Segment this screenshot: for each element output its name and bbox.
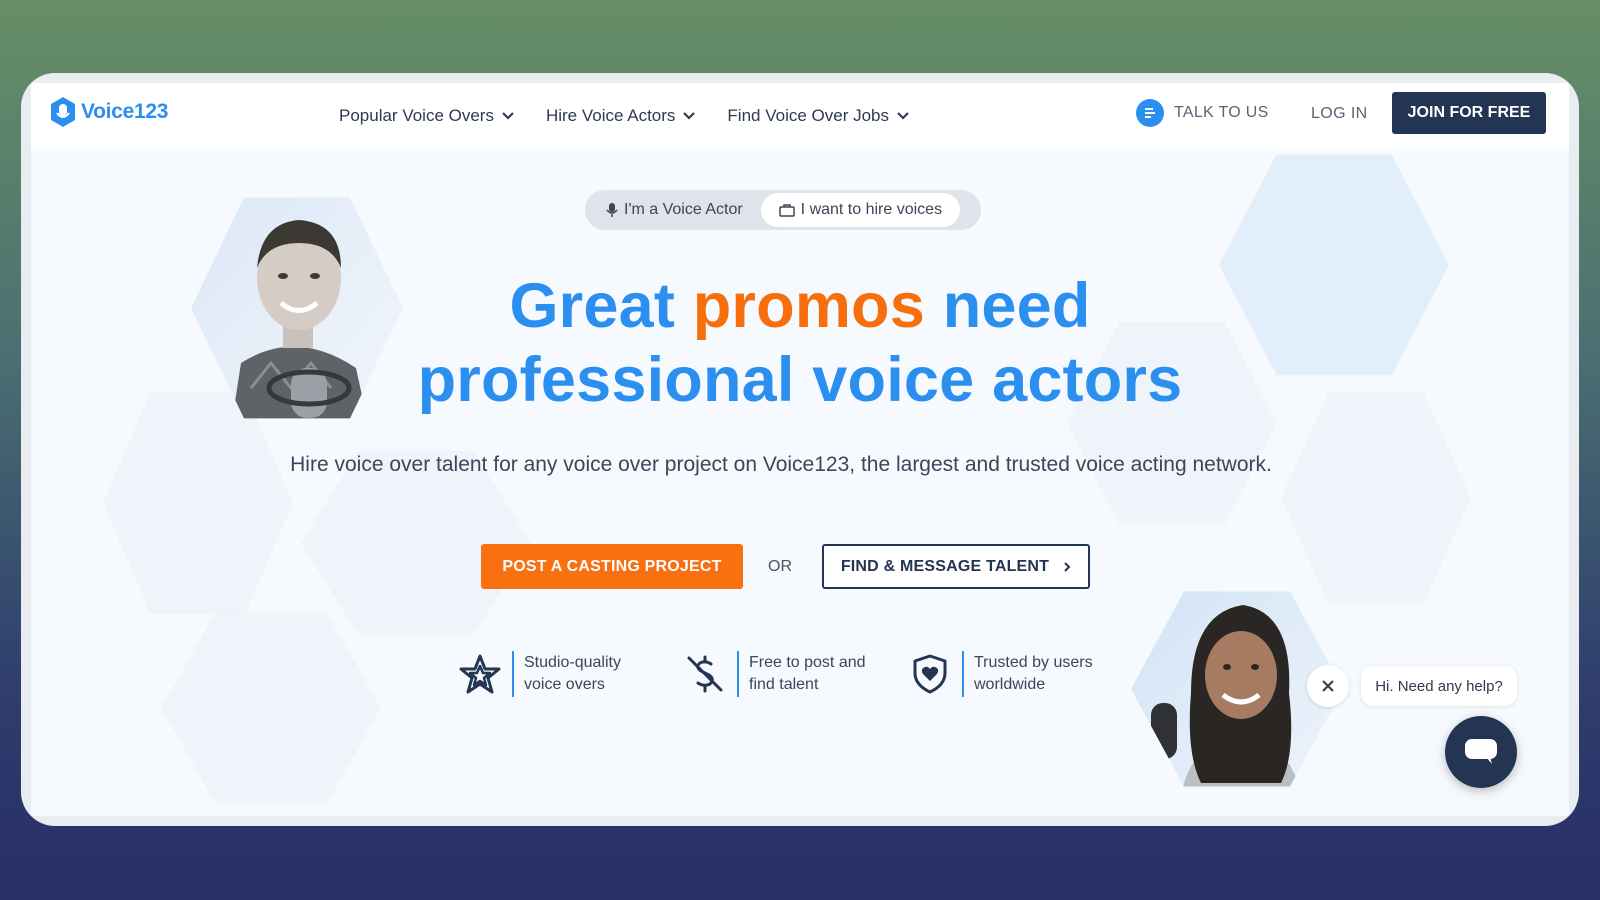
chevron-right-icon: [1064, 561, 1071, 572]
find-message-talent-button[interactable]: FIND & MESSAGE TALENT: [822, 544, 1090, 589]
feature-line: Trusted by users: [974, 654, 1093, 671]
talk-to-us-link[interactable]: TALK TO US: [1136, 99, 1269, 127]
toggle-hire-label: I want to hire voices: [800, 201, 943, 218]
or-label: OR: [768, 558, 792, 575]
toggle-voice-actor[interactable]: I'm a Voice Actor: [588, 193, 761, 227]
logo-hex-icon: [51, 97, 75, 127]
nav-label: Find Voice Over Jobs: [727, 106, 889, 125]
no-dollar-icon: [687, 655, 723, 693]
toggle-voice-actor-label: I'm a Voice Actor: [624, 201, 743, 218]
bg-hex: [1281, 392, 1471, 604]
site-header: Voice123 Popular Voice Overs Hire Voice …: [31, 83, 1569, 149]
headline-accent-word: promos: [692, 271, 925, 341]
feature-free-to-post: Free to post and find talent: [683, 651, 889, 697]
post-casting-project-button[interactable]: POST A CASTING PROJECT: [481, 544, 743, 589]
toggle-hire-voices[interactable]: I want to hire voices: [760, 193, 961, 227]
feature-line: Free to post and: [749, 654, 866, 671]
join-for-free-button[interactable]: JOIN FOR FREE: [1392, 92, 1546, 134]
chevron-down-icon: [502, 112, 514, 120]
nav-hire-voice-actors[interactable]: Hire Voice Actors: [545, 106, 696, 126]
feature-line: voice overs: [524, 676, 605, 693]
feature-line: Studio-quality: [524, 654, 621, 671]
main-nav: Popular Voice Overs Hire Voice Actors Fi…: [339, 83, 909, 149]
feature-text: Studio-quality voice overs: [524, 652, 664, 696]
nav-label: Popular Voice Overs: [339, 106, 494, 125]
headline-word: Great: [509, 271, 676, 341]
feature-divider: [737, 651, 739, 697]
star-icon: [459, 654, 501, 694]
feature-line: find talent: [749, 676, 819, 693]
chat-prompt-bubble[interactable]: Hi. Need any help?: [1361, 666, 1517, 706]
feature-divider: [962, 651, 964, 697]
headline-line-1: Great promos need: [31, 269, 1569, 343]
chat-dismiss-button[interactable]: [1307, 665, 1349, 707]
chevron-down-icon: [897, 112, 909, 120]
find-talent-label: FIND & MESSAGE TALENT: [840, 557, 1050, 575]
feature-divider: [512, 651, 514, 697]
bg-hex: [103, 392, 293, 614]
audience-toggle: I'm a Voice Actor I want to hire voices: [585, 190, 981, 230]
page-window: Voice123 Popular Voice Overs Hire Voice …: [31, 83, 1569, 816]
nav-find-voice-over-jobs[interactable]: Find Voice Over Jobs: [727, 106, 909, 126]
logo-text: Voice123: [81, 100, 169, 123]
microphone-icon: [606, 203, 618, 217]
close-icon: [1322, 680, 1334, 692]
shield-heart-icon: [913, 654, 947, 694]
voice123-logo[interactable]: Voice123: [49, 96, 168, 128]
headline-word: need: [942, 271, 1091, 341]
bg-hex: [161, 611, 381, 805]
feature-text: Trusted by users worldwide: [974, 652, 1114, 696]
hero-subtitle: Hire voice over talent for any voice ove…: [290, 453, 1272, 476]
headline-line-2: professional voice actors: [417, 345, 1183, 415]
nav-label: Hire Voice Actors: [545, 106, 676, 125]
feature-text: Free to post and find talent: [749, 652, 889, 696]
chevron-down-icon: [683, 112, 696, 120]
hero-headline: Great promos need professional voice act…: [31, 269, 1569, 417]
feature-trusted: Trusted by users worldwide: [908, 651, 1114, 697]
nav-popular-voice-overs[interactable]: Popular Voice Overs: [339, 106, 514, 126]
feature-line: worldwide: [974, 676, 1046, 693]
talk-label: TALK TO US: [1174, 104, 1269, 121]
chat-launcher-button[interactable]: [1445, 716, 1517, 788]
chat-list-icon: [1136, 99, 1164, 127]
chat-bubble-icon: [1465, 739, 1497, 764]
briefcase-icon: [778, 204, 795, 217]
feature-studio-quality: Studio-quality voice overs: [458, 651, 664, 697]
login-link[interactable]: LOG IN: [1311, 105, 1368, 123]
